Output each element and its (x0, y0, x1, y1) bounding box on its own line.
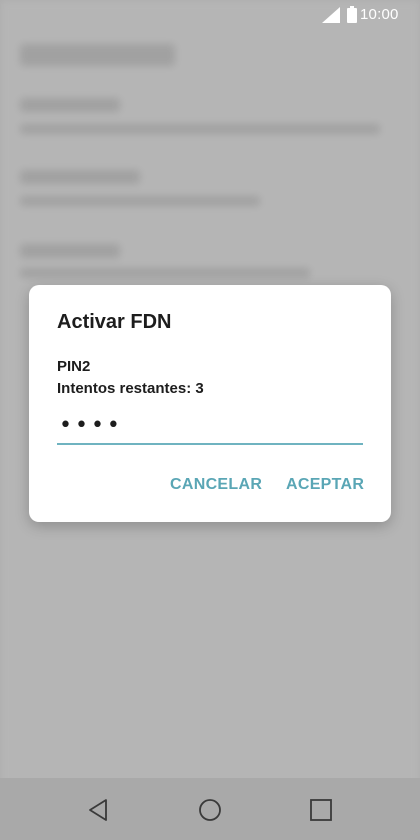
fdn-dialog: Activar FDN PIN2 Intentos restantes: 3 •… (29, 285, 391, 522)
cancel-button[interactable]: CANCELAR (170, 476, 262, 494)
recent-apps-icon[interactable] (308, 797, 334, 823)
status-bar: 10:00 (0, 0, 420, 30)
navigation-bar (0, 778, 420, 840)
pin-input-value: •••• (59, 413, 123, 438)
home-icon[interactable] (197, 797, 223, 823)
pin2-label: PIN2 (57, 358, 91, 375)
dialog-title: Activar FDN (57, 311, 172, 333)
pin-input[interactable]: •••• (57, 413, 363, 445)
signal-icon (322, 7, 340, 23)
accept-button[interactable]: ACEPTAR (286, 476, 364, 494)
status-time: 10:00 (360, 6, 399, 23)
attempts-remaining-label: Intentos restantes: 3 (57, 380, 204, 397)
back-icon[interactable] (86, 797, 112, 823)
battery-icon (347, 6, 357, 23)
